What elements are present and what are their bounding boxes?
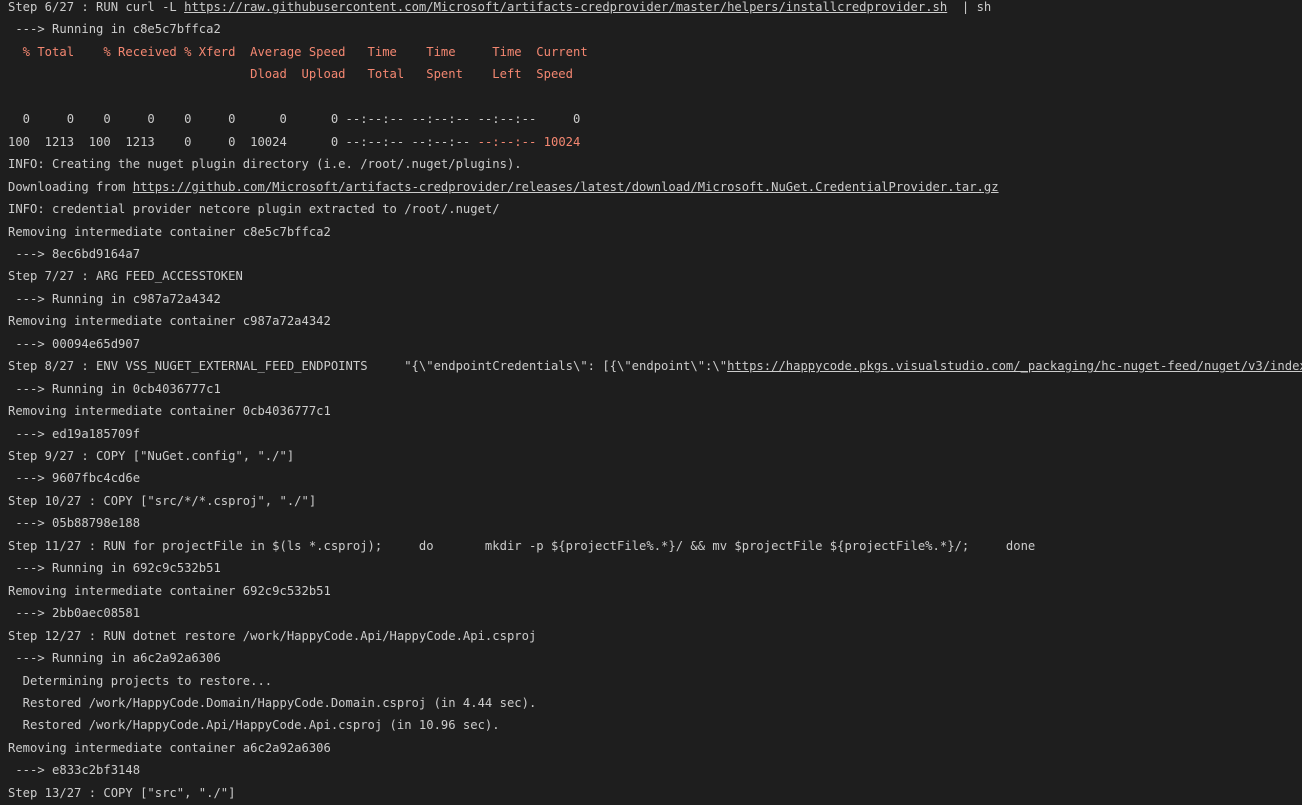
terminal-text: ---> Running in c8e5c7bffca2 — [8, 22, 221, 37]
terminal-output[interactable]: Step 6/27 : RUN curl -L https://raw.gith… — [0, 0, 1302, 805]
terminal-line: ---> Running in 692c9c532b51 — [8, 558, 221, 578]
terminal-line: Step 13/27 : COPY ["src", "./"] — [8, 783, 235, 803]
terminal-line: ---> 8ec6bd9164a7 — [8, 244, 140, 264]
terminal-line: ---> 2bb0aec08581 — [8, 603, 140, 623]
terminal-line: Removing intermediate container c8e5c7bf… — [8, 222, 331, 242]
terminal-line: ---> Running in c987a72a4342 — [8, 289, 221, 309]
curl-progress-text: % Total % Received % Xferd Average Speed… — [8, 44, 588, 59]
terminal-text: Removing intermediate container a6c2a92a… — [8, 740, 331, 755]
terminal-text: Restored /work/HappyCode.Api/HappyCode.A… — [8, 718, 500, 733]
terminal-line: ---> Running in a6c2a92a6306 — [8, 648, 221, 668]
terminal-text: Step 12/27 : RUN dotnet restore /work/Ha… — [8, 628, 537, 643]
terminal-text: Removing intermediate container c8e5c7bf… — [8, 224, 331, 239]
terminal-line: Restored /work/HappyCode.Domain/HappyCod… — [8, 693, 537, 713]
terminal-text: Determining projects to restore... — [8, 673, 273, 688]
terminal-line: ---> Running in 0cb4036777c1 — [8, 379, 221, 399]
terminal-line: Downloading from https://github.com/Micr… — [8, 177, 999, 197]
terminal-text: INFO: Creating the nuget plugin director… — [8, 157, 522, 172]
terminal-line: ---> ed19a185709f — [8, 424, 140, 444]
terminal-line: 0 0 0 0 0 0 0 0 --:--:-- --:--:-- --:--:… — [8, 109, 581, 129]
terminal-line: 100 1213 100 1213 0 0 10024 0 --:--:-- -… — [8, 132, 580, 152]
terminal-line: Step 9/27 : COPY ["NuGet.config", "./"] — [8, 446, 294, 466]
terminal-text: Removing intermediate container 692c9c53… — [8, 583, 331, 598]
terminal-text: Downloading from — [8, 179, 133, 194]
curl-progress-text: --:--:-- 10024 — [477, 134, 581, 149]
terminal-line: Restored /work/HappyCode.Api/HappyCode.A… — [8, 715, 500, 735]
terminal-text: ---> 00094e65d907 — [8, 336, 141, 351]
terminal-line: INFO: Creating the nuget plugin director… — [8, 154, 522, 174]
terminal-text: INFO: credential provider netcore plugin… — [8, 202, 500, 217]
terminal-text: ---> e833c2bf3148 — [8, 763, 141, 778]
terminal-text: Removing intermediate container c987a72a… — [8, 314, 331, 329]
terminal-line: Step 12/27 : RUN dotnet restore /work/Ha… — [8, 626, 536, 646]
terminal-line: % Total % Received % Xferd Average Speed… — [8, 42, 588, 62]
terminal-line: Removing intermediate container 692c9c53… — [8, 581, 331, 601]
terminal-text: ---> Running in 692c9c532b51 — [8, 561, 221, 576]
terminal-text: 0 0 0 0 0 0 0 0 --:--:-- --:--:-- --:--:… — [8, 112, 581, 127]
terminal-text: ---> 8ec6bd9164a7 — [8, 246, 141, 261]
terminal-line: Step 11/27 : RUN for projectFile in $(ls… — [8, 536, 1035, 556]
terminal-line: ---> 9607fbc4cd6e — [8, 468, 140, 488]
terminal-text: ---> Running in c987a72a4342 — [8, 291, 221, 306]
terminal-text: Step 9/27 : COPY ["NuGet.config", "./"] — [8, 449, 295, 463]
terminal-text: Restored /work/HappyCode.Domain/HappyCod… — [8, 695, 537, 710]
terminal-text: ---> Running in 0cb4036777c1 — [8, 381, 221, 396]
terminal-line: Step 7/27 : ARG FEED_ACCESSTOKEN — [8, 266, 243, 286]
terminal-line: Step 10/27 : COPY ["src/*/*.csproj", "./… — [8, 491, 316, 511]
terminal-text: Step 7/27 : ARG FEED_ACCESSTOKEN — [8, 269, 243, 284]
terminal-text: ---> ed19a185709f — [8, 426, 141, 441]
terminal-text: 100 1213 100 1213 0 0 10024 0 --:--:-- -… — [8, 134, 478, 149]
terminal-line: ---> e833c2bf3148 — [8, 760, 140, 780]
terminal-line: Dload Upload Total Spent Left Speed — [8, 64, 573, 84]
curl-progress-text: Dload Upload Total Spent Left Speed — [8, 67, 573, 82]
terminal-text: ---> 2bb0aec08581 — [8, 606, 141, 621]
terminal-line: ---> 00094e65d907 — [8, 334, 140, 354]
terminal-line: Determining projects to restore... — [8, 671, 272, 691]
terminal-text: | sh — [947, 0, 992, 14]
terminal-line: ---> 05b88798e188 — [8, 513, 140, 533]
terminal-line: Removing intermediate container a6c2a92a… — [8, 738, 331, 758]
terminal-text: Step 8/27 : ENV VSS_NUGET_EXTERNAL_FEED_… — [8, 359, 728, 374]
terminal-text: ---> Running in a6c2a92a6306 — [8, 651, 221, 666]
terminal-text: Step 6/27 : RUN curl -L — [8, 0, 185, 14]
terminal-text: ---> 05b88798e188 — [8, 516, 141, 531]
terminal-line: ---> Running in c8e5c7bffca2 — [8, 19, 221, 39]
terminal-line: Removing intermediate container 0cb40367… — [8, 401, 331, 421]
terminal-line: Step 6/27 : RUN curl -L https://raw.gith… — [8, 0, 991, 17]
terminal-line: Removing intermediate container c987a72a… — [8, 311, 331, 331]
terminal-text: Removing intermediate container 0cb40367… — [8, 404, 331, 419]
terminal-text: Step 13/27 : COPY ["src", "./"] — [8, 785, 236, 800]
terminal-text: Step 10/27 : COPY ["src/*/*.csproj", "./… — [8, 493, 317, 508]
terminal-link[interactable]: https://happycode.pkgs.visualstudio.com/… — [727, 359, 1302, 373]
terminal-text: ---> 9607fbc4cd6e — [8, 471, 141, 486]
terminal-link[interactable]: https://github.com/Microsoft/artifacts-c… — [133, 180, 999, 194]
terminal-line: Step 8/27 : ENV VSS_NUGET_EXTERNAL_FEED_… — [8, 356, 1302, 376]
terminal-link[interactable]: https://raw.githubusercontent.com/Micros… — [184, 0, 947, 14]
terminal-text: Step 11/27 : RUN for projectFile in $(ls… — [8, 538, 1036, 553]
terminal-line: INFO: credential provider netcore plugin… — [8, 199, 500, 219]
